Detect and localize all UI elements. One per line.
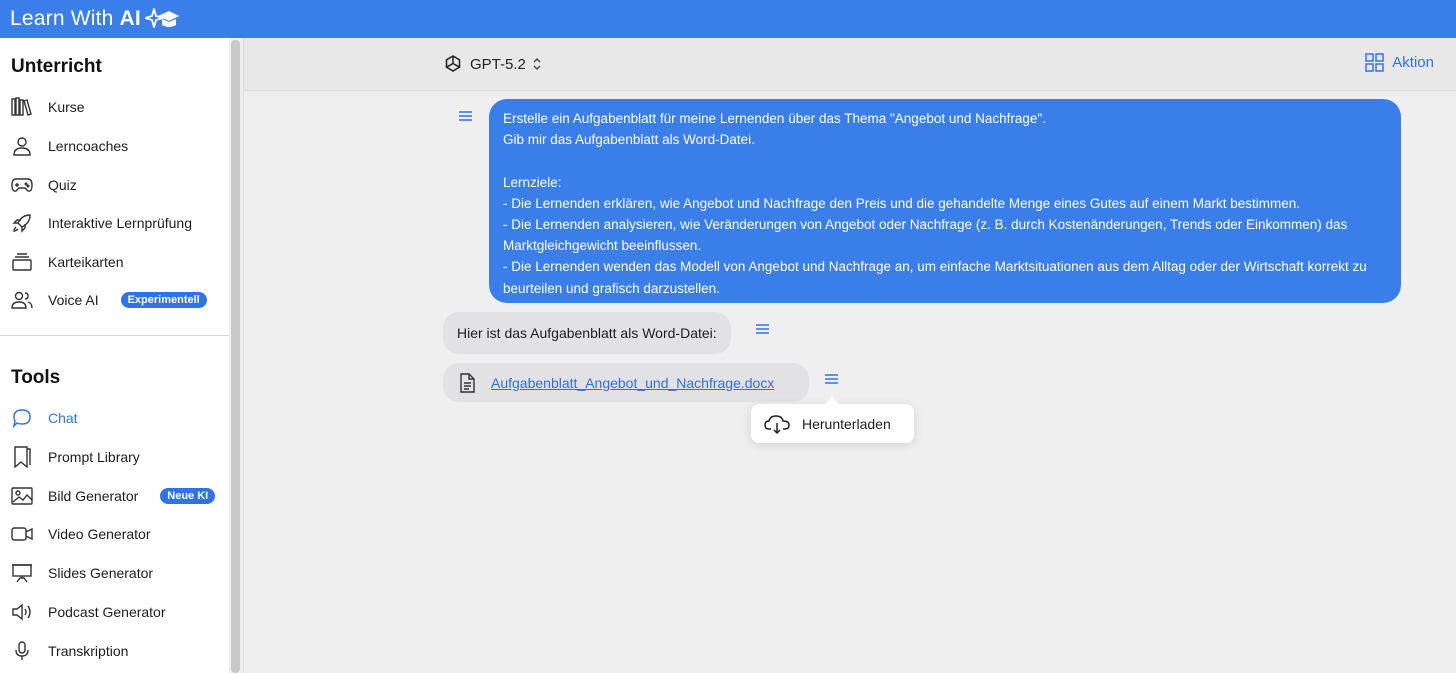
sidebar-item-label: Slides Generator — [48, 565, 154, 581]
sidebar-item-voice-ai[interactable]: Voice AI Experimentell — [10, 286, 220, 314]
file-menu-icon[interactable] — [825, 374, 838, 384]
message-menu-icon[interactable] — [459, 111, 472, 121]
sidebar-item-podcast-generator[interactable]: Podcast Generator — [10, 598, 220, 626]
sidebar: Unterricht Kurse Lerncoaches Quiz Intera… — [0, 38, 229, 673]
sidebar-item-kurse[interactable]: Kurse — [10, 93, 220, 121]
top-bar: Learn With AI — [0, 0, 1456, 38]
sidebar-item-label: Lerncoaches — [48, 138, 129, 154]
sidebar-item-label: Video Generator — [48, 526, 151, 542]
rocket-icon — [10, 211, 34, 235]
sidebar-item-quiz[interactable]: Quiz — [10, 171, 220, 199]
sidebar-item-interaktive-lernpruefung[interactable]: Interaktive Lernprüfung — [10, 209, 220, 237]
people-icon — [10, 288, 34, 312]
sidebar-divider — [0, 335, 229, 336]
sidebar-item-label: Quiz — [48, 177, 77, 193]
chevron-up-down-icon — [533, 58, 541, 70]
action-label: Aktion — [1392, 54, 1434, 71]
file-attachment: Aufgabenblatt_Angebot_und_Nachfrage.docx — [443, 363, 809, 402]
sidebar-item-label: Voice AI — [48, 292, 99, 308]
gamepad-icon — [10, 173, 34, 197]
model-name: GPT-5.2 — [470, 55, 526, 73]
microphone-icon — [10, 639, 34, 663]
sparkle-graduation-cap-icon — [144, 8, 179, 28]
books-icon — [10, 95, 34, 119]
person-icon — [10, 134, 34, 158]
cloud-download-icon — [764, 414, 790, 434]
sidebar-item-slides-generator[interactable]: Slides Generator — [10, 559, 220, 587]
video-icon — [10, 522, 34, 546]
sidebar-item-label: Prompt Library — [48, 449, 140, 465]
user-message: Erstelle ein Aufgabenblatt für meine Ler… — [489, 99, 1401, 303]
download-menu-item[interactable]: Herunterladen — [751, 397, 914, 443]
speaker-icon — [10, 600, 34, 624]
status-badge: Neue KI — [160, 488, 216, 504]
image-icon — [10, 484, 34, 508]
message-menu-icon[interactable] — [756, 324, 769, 334]
grid-icon — [1365, 53, 1385, 72]
chat-bubble-icon — [10, 406, 34, 430]
presentation-icon — [10, 561, 34, 585]
sidebar-item-transkription[interactable]: Transkription — [10, 637, 220, 665]
sidebar-border — [243, 38, 244, 673]
bookmark-icon — [10, 445, 34, 469]
sidebar-item-prompt-library[interactable]: Prompt Library — [10, 443, 220, 471]
document-icon — [459, 372, 475, 393]
app-title: Learn With — [10, 7, 114, 30]
sidebar-item-label: Podcast Generator — [48, 604, 166, 620]
sidebar-item-video-generator[interactable]: Video Generator — [10, 520, 220, 548]
sidebar-item-chat[interactable]: Chat — [10, 404, 220, 432]
action-button[interactable]: Aktion — [1365, 53, 1434, 72]
sidebar-item-label: Chat — [48, 410, 78, 426]
sidebar-item-label: Transkription — [48, 643, 129, 659]
sidebar-scrollbar[interactable] — [231, 40, 240, 673]
sidebar-item-bild-generator[interactable]: Bild Generator Neue KI — [10, 482, 220, 510]
section-title-unterricht: Unterricht — [11, 56, 102, 77]
openai-logo-icon — [445, 55, 461, 72]
sidebar-item-label: Bild Generator — [48, 488, 139, 504]
sidebar-item-label: Kurse — [48, 99, 85, 115]
sidebar-item-karteikarten[interactable]: Karteikarten — [10, 248, 220, 276]
sidebar-item-label: Interaktive Lernprüfung — [48, 215, 192, 231]
assistant-message-text: Hier ist das Aufgabenblatt als Word-Date… — [457, 325, 717, 341]
chat-header: GPT-5.2 Aktion — [244, 38, 1456, 91]
status-badge: Experimentell — [120, 292, 207, 308]
app-title-bold: AI — [119, 7, 141, 30]
file-link[interactable]: Aufgabenblatt_Angebot_und_Nachfrage.docx — [491, 375, 774, 391]
assistant-message: Hier ist das Aufgabenblatt als Word-Date… — [443, 312, 731, 354]
app-logo[interactable]: Learn With AI — [10, 6, 179, 32]
download-label: Herunterladen — [802, 415, 891, 432]
sidebar-item-lerncoaches[interactable]: Lerncoaches — [10, 132, 220, 160]
sidebar-item-label: Karteikarten — [48, 254, 124, 270]
section-title-tools: Tools — [11, 367, 61, 388]
model-selector[interactable]: GPT-5.2 — [443, 54, 542, 74]
cards-icon — [10, 250, 34, 274]
